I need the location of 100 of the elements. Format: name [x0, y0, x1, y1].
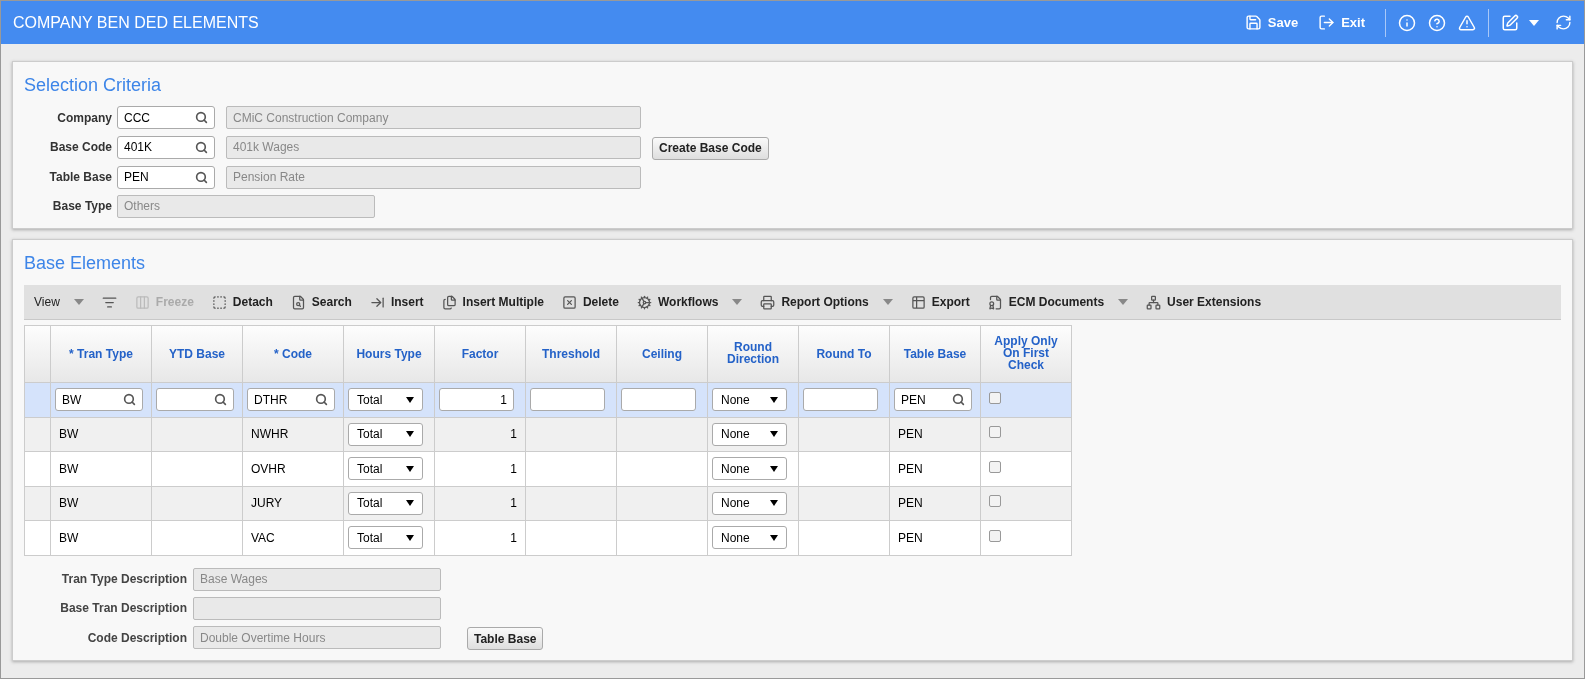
caret-icon: [1529, 19, 1539, 26]
dropdown-toggle[interactable]: [732, 299, 743, 305]
description-field: Base Wages: [193, 567, 441, 591]
caret-icon: [770, 396, 778, 403]
toolbar-button[interactable]: View: [34, 293, 60, 311]
exit-icon: [1318, 14, 1336, 31]
window-title: COMPANY BEN DED ELEMENTS: [13, 12, 260, 33]
lookup-field[interactable]: 401K: [117, 135, 215, 159]
table-cell-text: NWHR: [250, 427, 289, 442]
dropdown-toggle[interactable]: [73, 299, 84, 305]
caret-icon: [732, 299, 743, 305]
action-button[interactable]: Create Base Code: [652, 136, 769, 160]
action-button[interactable]: Table Base: [467, 627, 544, 650]
dropdown-field[interactable]: None: [712, 526, 787, 550]
dropdown-field[interactable]: None: [712, 388, 787, 412]
column-header[interactable]: * Code: [274, 348, 312, 360]
checkbox[interactable]: [989, 495, 1001, 508]
lookup-field[interactable]: CCC: [117, 106, 215, 129]
readonly-field: Others: [117, 194, 375, 218]
table-cell-text: 1: [509, 460, 518, 478]
lookup-field[interactable]: PEN: [117, 165, 215, 189]
checkbox[interactable]: [989, 460, 1001, 473]
table-row[interactable]: BW NWHR Total 1 None PEN: [24, 417, 1072, 452]
refresh-icon: [1555, 14, 1572, 31]
input-field[interactable]: [803, 388, 878, 412]
caret-icon: [406, 465, 414, 472]
toolbar-button[interactable]: Delete: [561, 293, 619, 311]
search-icon: [195, 170, 208, 184]
refresh-button[interactable]: [1555, 14, 1572, 31]
field-label: Base Tran Description: [59, 600, 187, 617]
search-icon: [214, 393, 227, 407]
caret-icon: [1118, 299, 1129, 305]
dropdown-field[interactable]: None: [712, 422, 787, 446]
column-header[interactable]: Round To: [816, 348, 872, 360]
dropdown-field[interactable]: Total: [348, 491, 423, 515]
caret-icon: [406, 534, 414, 541]
dropdown-toggle[interactable]: [1118, 299, 1129, 305]
input-field[interactable]: [621, 388, 696, 412]
search-icon: [123, 393, 136, 407]
description-field: 401k Wages: [226, 135, 641, 159]
toolbar-button[interactable]: [101, 294, 117, 310]
toolbar-button[interactable]: Workflows: [636, 293, 719, 311]
lookup-field[interactable]: [156, 388, 234, 412]
table-cell-text: BW: [58, 496, 79, 511]
toolbar-button[interactable]: Export: [910, 293, 970, 311]
info-button[interactable]: [1398, 13, 1416, 32]
table-row[interactable]: BW OVHR Total 1 None PEN: [24, 451, 1072, 486]
column-header[interactable]: Hours Type: [356, 348, 422, 360]
column-header[interactable]: * Tran Type: [69, 348, 133, 360]
toolbar-button[interactable]: Report Options: [760, 293, 869, 311]
dropdown-field[interactable]: Total: [348, 457, 423, 481]
column-header[interactable]: Ceiling: [642, 348, 682, 360]
description-field: CMiC Construction Company: [226, 106, 641, 129]
toolbar-button[interactable]: Insert: [369, 293, 424, 311]
warning-button[interactable]: [1458, 13, 1476, 32]
lookup-field[interactable]: BW: [55, 388, 143, 412]
input-field[interactable]: 1: [439, 388, 514, 412]
toolbar-button[interactable]: Insert Multiple: [441, 293, 544, 311]
field-label: Base Code: [48, 139, 112, 157]
dropdown-field[interactable]: None: [712, 457, 787, 481]
dropdown-toggle[interactable]: [882, 299, 893, 305]
edit-icon: [1501, 13, 1519, 32]
help-button[interactable]: [1428, 13, 1446, 32]
dropdown-field[interactable]: Total: [348, 526, 423, 550]
table-row[interactable]: BW VAC Total 1 None PEN: [24, 520, 1072, 555]
column-header[interactable]: Factor: [461, 348, 499, 360]
checkbox[interactable]: [989, 391, 1001, 404]
dropdown-field[interactable]: None: [712, 491, 787, 515]
edit-menu-button[interactable]: [1501, 13, 1539, 32]
document-badge-icon: [987, 294, 1003, 310]
dropdown-field[interactable]: Total: [348, 422, 423, 446]
field-label: Base Type: [51, 198, 112, 215]
caret-icon: [770, 500, 778, 507]
column-header[interactable]: YTD Base: [169, 348, 225, 360]
table-cell-text: BW: [58, 427, 79, 442]
column-header[interactable]: Table Base: [903, 348, 967, 360]
warning-icon: [1458, 13, 1476, 32]
table-row[interactable]: BW JURY Total 1 None PEN: [24, 486, 1072, 521]
files-icon: [441, 294, 457, 310]
caret-icon: [73, 299, 84, 305]
toolbar-button[interactable]: ECM Documents: [987, 293, 1105, 311]
checkbox[interactable]: [989, 529, 1001, 542]
lookup-field[interactable]: PEN: [894, 388, 972, 412]
table-row[interactable]: BW DTHR Total 1 None PEN: [24, 382, 1072, 417]
checkbox[interactable]: [989, 426, 1001, 439]
toolbar-button[interactable]: Search: [290, 293, 352, 311]
lookup-field[interactable]: DTHR: [247, 388, 335, 412]
caret-icon: [406, 500, 414, 507]
table-cell-text: 1: [509, 495, 518, 513]
section-title: Base Elements: [24, 252, 147, 275]
toolbar-button[interactable]: User Extensions: [1146, 293, 1262, 311]
help-icon: [1428, 13, 1446, 32]
column-header[interactable]: Threshold: [542, 348, 600, 360]
input-field[interactable]: [530, 388, 605, 412]
x-square-icon: [561, 294, 577, 310]
description-field: Double Overtime Hours: [193, 626, 441, 650]
table-cell-text: 1: [509, 529, 518, 547]
dropdown-field[interactable]: Total: [348, 388, 423, 412]
toolbar-button[interactable]: Detach: [211, 293, 273, 311]
table-icon: [910, 294, 926, 310]
